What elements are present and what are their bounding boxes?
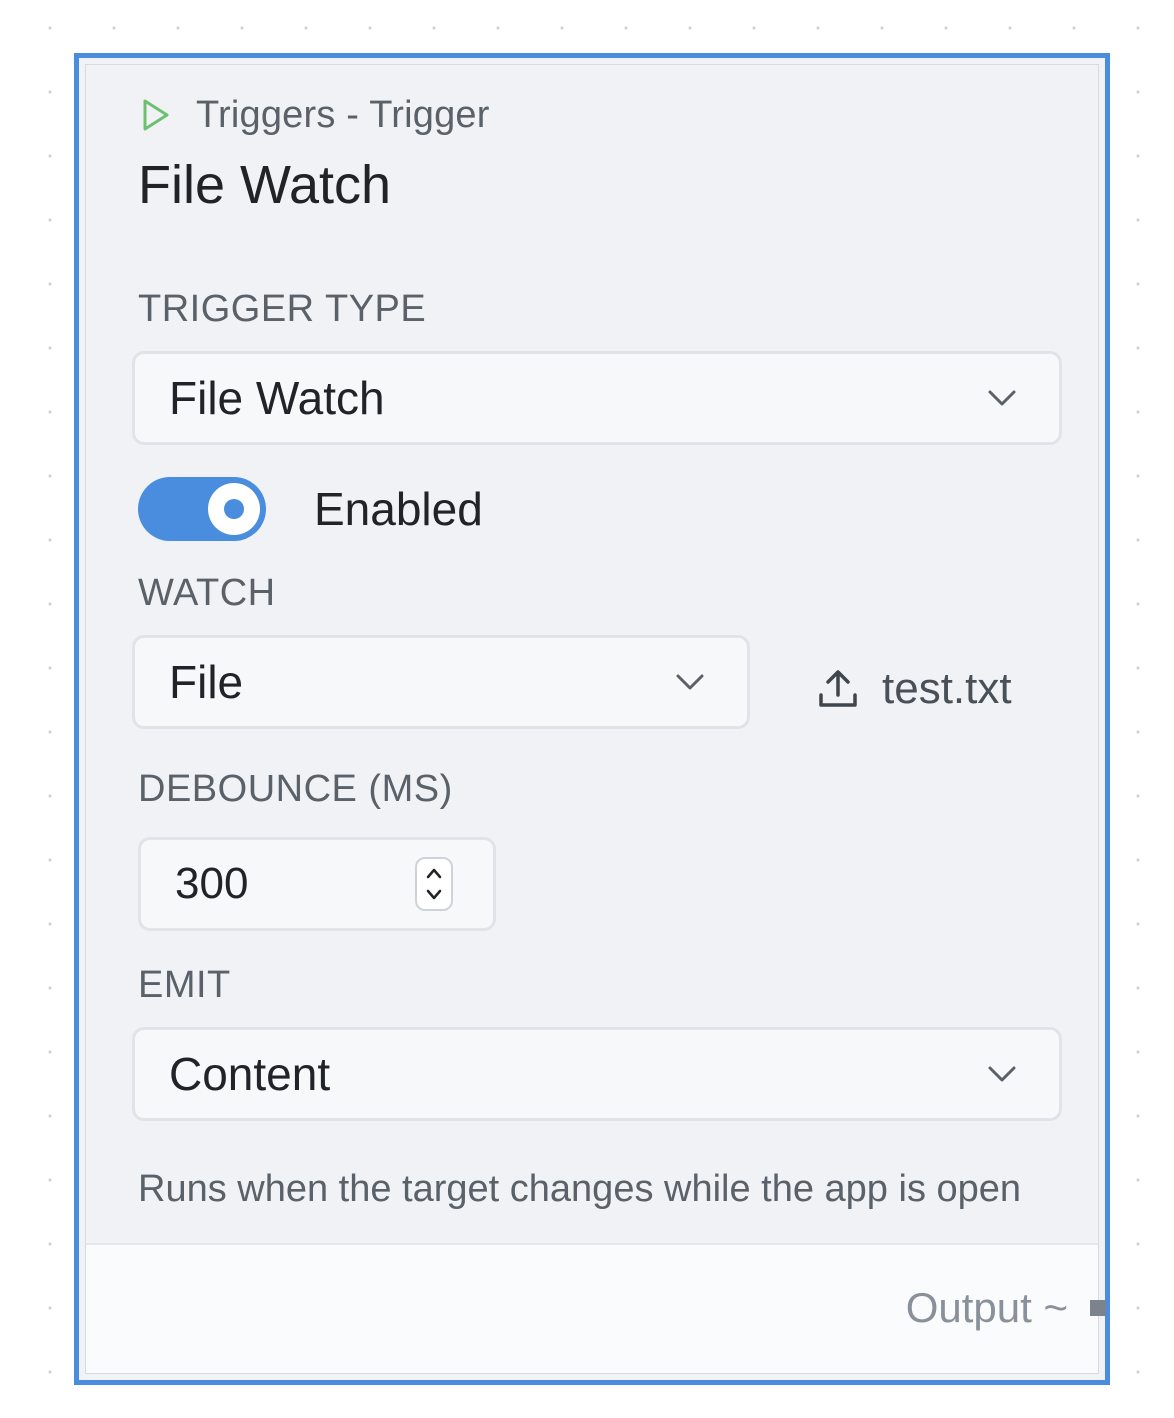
node-category: Triggers - Trigger [196, 93, 490, 136]
spinner-icon[interactable] [415, 857, 453, 911]
trigger-type-select[interactable]: File Watch [132, 351, 1062, 445]
play-icon [138, 97, 174, 133]
watch-value: File [169, 656, 244, 708]
chevron-down-icon [673, 665, 707, 699]
debounce-label: DEBOUNCE (MS) [138, 768, 453, 810]
trigger-type-label: TRIGGER TYPE [138, 288, 427, 330]
enabled-label: Enabled [314, 483, 483, 535]
debounce-value: 300 [175, 859, 249, 908]
chevron-down-icon [985, 381, 1019, 415]
node-hint-text: Runs when the target changes while the a… [138, 1168, 1022, 1210]
node-footer: Output ~ [86, 1243, 1098, 1373]
enabled-toggle[interactable] [138, 477, 266, 541]
watch-label: WATCH [138, 572, 276, 614]
increment-button[interactable] [419, 862, 449, 884]
node-header: Triggers - Trigger [138, 93, 490, 137]
node-body: Triggers - Trigger File Watch TRIGGER TY… [85, 64, 1099, 1374]
watch-select[interactable]: File [132, 635, 750, 729]
emit-label: EMIT [138, 964, 231, 1006]
file-watch-node[interactable]: Triggers - Trigger File Watch TRIGGER TY… [74, 53, 1110, 1385]
upload-icon [816, 667, 860, 711]
decrement-button[interactable] [419, 884, 449, 906]
output-port-label: Output ~ [905, 1284, 1068, 1331]
file-picker-button[interactable]: test.txt [816, 659, 1012, 719]
toggle-knob [208, 483, 260, 535]
output-handle[interactable] [1090, 1300, 1106, 1316]
node-title: File Watch [138, 155, 392, 215]
emit-select[interactable]: Content [132, 1027, 1062, 1121]
emit-value: Content [169, 1048, 331, 1100]
chevron-down-icon [985, 1057, 1019, 1091]
debounce-input[interactable]: 300 [138, 837, 496, 931]
selected-file-name: test.txt [882, 664, 1012, 713]
trigger-type-value: File Watch [169, 372, 385, 424]
